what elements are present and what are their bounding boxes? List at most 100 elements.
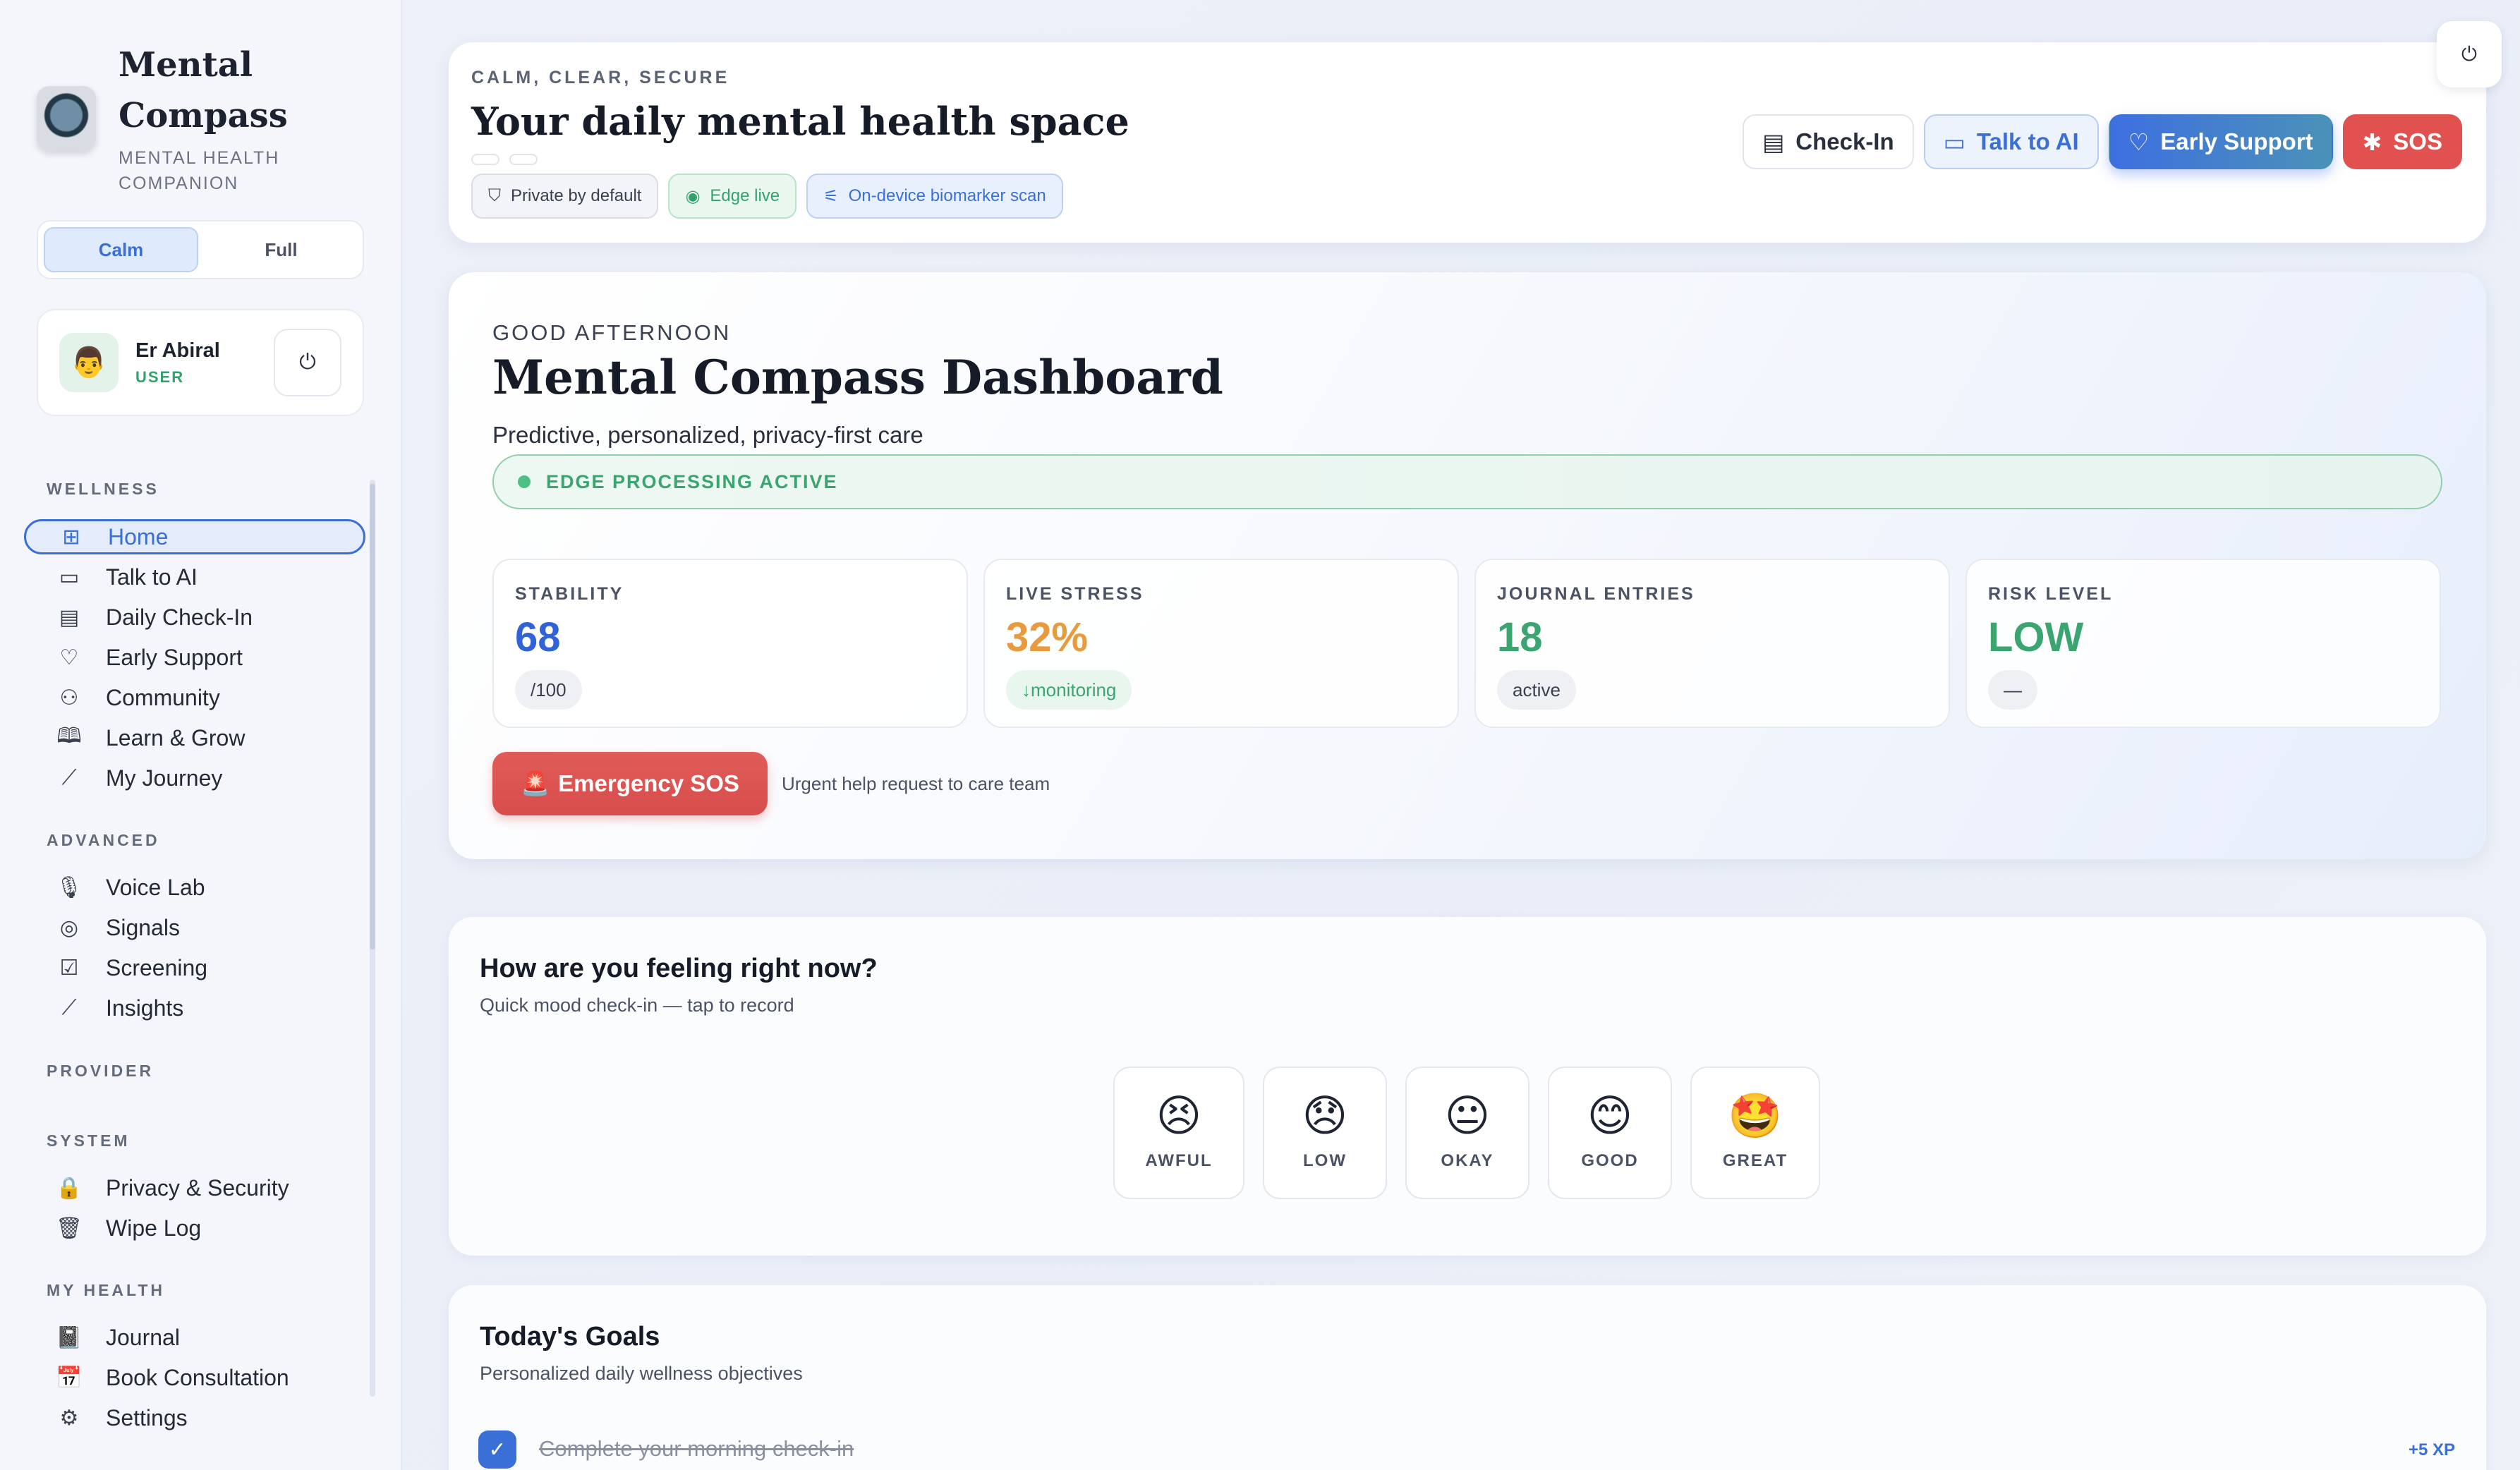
stat-live-stress: LIVE STRESS 32% ↓monitoring	[983, 559, 1459, 728]
heart-icon: ♡	[59, 645, 79, 669]
emergency-sos-button[interactable]: 🚨 Emergency SOS	[492, 752, 768, 815]
sidebar-item-community[interactable]: ⚇ Community	[24, 680, 365, 715]
sidebar-item-label: Signals	[106, 914, 180, 940]
sidebar-item-book-consultation[interactable]: 📅 Book Consultation	[24, 1360, 365, 1395]
sos-button[interactable]: ✱ SOS	[2342, 114, 2462, 169]
stat-stability: STABILITY 68 /100	[492, 559, 968, 728]
sidebar-item-insights[interactable]: ⟋ Insights	[24, 990, 365, 1026]
brand-title-line2: Compass	[119, 96, 288, 135]
section-wellness: WELLNESS	[47, 480, 159, 498]
brand: Mental Compass MENTAL HEALTH COMPANION	[37, 40, 288, 196]
sidebar-item-label: My Journey	[106, 765, 223, 791]
goals-card: Today's Goals Personalized daily wellnes…	[449, 1285, 2486, 1470]
pill-placeholders	[471, 154, 538, 165]
grid-icon: ⊞	[62, 525, 80, 549]
check-in-button[interactable]: ▤ Check-In	[1743, 114, 1914, 169]
sidebar-item-label: Learn & Grow	[106, 724, 246, 751]
edge-live-pill: ◉ Edge live	[668, 174, 797, 219]
sidebar-item-label: Early Support	[106, 644, 243, 670]
gear-icon: ⚙	[59, 1406, 79, 1430]
sidebar-item-home[interactable]: ⊞ Home	[24, 519, 365, 554]
asterisk-icon: ✱	[2362, 128, 2382, 155]
pill-label: Edge live	[710, 186, 780, 205]
mood-okay-button[interactable]: 😐 OKAY	[1405, 1067, 1529, 1199]
mode-full-button[interactable]: Full	[205, 227, 357, 272]
pill-label: On-device biomarker scan	[848, 186, 1046, 205]
dashboard-card: GOOD AFTERNOON Mental Compass Dashboard …	[449, 272, 2486, 859]
sidebar-scrollbar-thumb[interactable]	[370, 484, 375, 949]
scan-icon: ⚟	[823, 186, 839, 206]
sidebar-item-journal[interactable]: 📓 Journal	[24, 1320, 365, 1355]
sidebar-item-settings[interactable]: ⚙ Settings	[24, 1400, 365, 1435]
user-card: 👨 Er Abiral USER ⏻	[37, 309, 364, 416]
brand-title-line1: Mental	[119, 45, 253, 85]
trend-icon: ⟋	[61, 766, 77, 789]
sidebar-item-label: Screening	[106, 954, 208, 980]
sidebar-item-signals[interactable]: ◎ Signals	[24, 910, 365, 945]
edge-status-bar: EDGE PROCESSING ACTIVE	[492, 454, 2442, 509]
status-pills: ⛉ Private by default ◉ Edge live ⚟ On-de…	[471, 174, 1063, 219]
logout-power-icon[interactable]: ⏻	[274, 329, 341, 396]
mood-great-button[interactable]: 🤩 GREAT	[1690, 1067, 1820, 1199]
lock-icon: 🔒	[56, 1176, 83, 1200]
talk-to-ai-button[interactable]: ▭ Talk to AI	[1923, 114, 2099, 169]
mood-title: How are you feeling right now?	[480, 954, 878, 983]
goals-subtitle: Personalized daily wellness objectives	[480, 1363, 803, 1384]
okay-face-icon: 😐	[1444, 1092, 1491, 1141]
biomarker-scan-pill[interactable]: ⚟ On-device biomarker scan	[806, 174, 1063, 219]
sidebar-item-label: Voice Lab	[106, 874, 205, 900]
greeting: GOOD AFTERNOON	[492, 320, 732, 345]
sidebar-item-my-journey[interactable]: ⟋ My Journey	[24, 760, 365, 796]
early-support-button[interactable]: ♡ Early Support	[2108, 114, 2333, 169]
calendar-icon: ▤	[1762, 128, 1785, 155]
low-face-icon: 😞	[1302, 1092, 1348, 1141]
sidebar-item-label: Journal	[106, 1324, 180, 1350]
mood-subtitle: Quick mood check-in — tap to record	[480, 995, 794, 1016]
stat-value: 68	[515, 614, 561, 660]
mood-good-button[interactable]: 😊 GOOD	[1548, 1067, 1672, 1199]
stat-chip: /100	[515, 670, 582, 710]
siren-icon: 🚨	[521, 770, 550, 796]
awful-face-icon: 😣	[1156, 1092, 1202, 1141]
mood-awful-button[interactable]: 😣 AWFUL	[1113, 1067, 1244, 1199]
dashboard-subtitle: Predictive, personalized, privacy-first …	[492, 422, 923, 448]
section-provider: PROVIDER	[47, 1062, 155, 1080]
corner-power-icon[interactable]: ⏻	[2437, 21, 2502, 87]
sidebar-item-privacy-security[interactable]: 🔒 Privacy & Security	[24, 1170, 365, 1205]
sos-note: Urgent help request to care team	[782, 773, 1050, 794]
sidebar-item-voice-lab[interactable]: 🎙 Voice Lab	[24, 870, 365, 905]
sidebar-item-label: Community	[106, 684, 220, 710]
private-pill: ⛉ Private by default	[471, 174, 659, 219]
page-title: Your daily mental health space	[471, 99, 1129, 144]
stat-value: 32%	[1006, 614, 1089, 660]
journal-icon: 📓	[56, 1325, 83, 1349]
mood-low-button[interactable]: 😞 LOW	[1263, 1067, 1387, 1199]
calendar-icon: ▤	[59, 605, 80, 629]
great-face-icon: 🤩	[1728, 1092, 1783, 1141]
status-dot-icon	[518, 475, 531, 488]
sidebar-item-label: Settings	[106, 1404, 188, 1430]
brand-subtitle-line2: COMPANION	[119, 174, 239, 193]
mode-toggle: Calm Full	[37, 220, 364, 279]
chat-icon: ▭	[59, 565, 80, 589]
goal-checkbox[interactable]: ✓	[478, 1430, 516, 1469]
stat-journal-entries: JOURNAL ENTRIES 18 active	[1474, 559, 1950, 728]
user-role: USER	[135, 368, 185, 386]
sidebar-item-label: Home	[108, 523, 169, 549]
sidebar-item-early-support[interactable]: ♡ Early Support	[24, 640, 365, 675]
sidebar-item-wipe-log[interactable]: 🗑 Wipe Log	[24, 1210, 365, 1246]
sidebar-item-daily-check-in[interactable]: ▤ Daily Check-In	[24, 600, 365, 635]
calendar-date-icon: 📅	[56, 1366, 83, 1390]
goal-xp-badge: +5 XP	[2408, 1440, 2455, 1459]
mode-calm-button[interactable]: Calm	[44, 227, 198, 272]
stat-chip: —	[1988, 670, 2037, 710]
sidebar-item-talk-to-ai[interactable]: ▭ Talk to AI	[24, 559, 365, 595]
mood-card: How are you feeling right now? Quick moo…	[449, 917, 2486, 1256]
brand-subtitle-line1: MENTAL HEALTH	[119, 148, 280, 168]
stat-risk-level: RISK LEVEL LOW —	[1965, 559, 2441, 728]
heart-icon: ♡	[2128, 128, 2150, 155]
trash-icon: 🗑	[55, 1216, 83, 1240]
sidebar-item-screening[interactable]: ☑ Screening	[24, 950, 365, 985]
sidebar-item-learn-grow[interactable]: 🕮 Learn & Grow	[24, 720, 365, 755]
sidebar-item-label: Insights	[106, 995, 184, 1021]
